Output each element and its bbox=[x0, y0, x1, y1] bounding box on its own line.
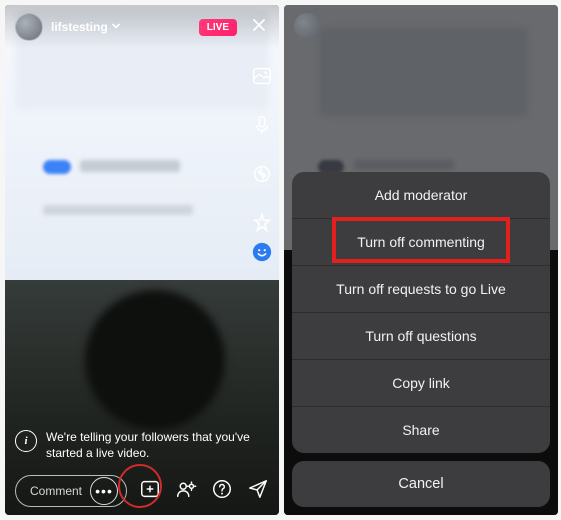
filter-icon[interactable] bbox=[251, 212, 273, 239]
right-phone-action-sheet: Add moderator Turn off commenting Turn o… bbox=[284, 5, 558, 515]
menu-item-add-moderator[interactable]: Add moderator bbox=[292, 172, 550, 218]
action-sheet: Add moderator Turn off commenting Turn o… bbox=[292, 172, 550, 507]
left-phone-live-stream: lifstesting LIVE bbox=[5, 5, 279, 515]
chevron-down-icon bbox=[111, 20, 121, 34]
close-icon[interactable] bbox=[245, 17, 269, 38]
menu-item-turn-off-requests[interactable]: Turn off requests to go Live bbox=[292, 265, 550, 312]
camera-flip-icon[interactable] bbox=[251, 163, 273, 190]
mic-icon[interactable] bbox=[251, 114, 273, 141]
question-icon[interactable] bbox=[211, 478, 233, 505]
image-icon[interactable] bbox=[251, 65, 273, 92]
cancel-button[interactable]: Cancel bbox=[292, 461, 550, 507]
avatar bbox=[294, 13, 320, 39]
more-options-button[interactable]: ••• bbox=[90, 477, 118, 505]
menu-item-turn-off-commenting[interactable]: Turn off commenting bbox=[292, 218, 550, 265]
add-guest-icon[interactable] bbox=[175, 478, 197, 505]
live-header: lifstesting LIVE bbox=[5, 5, 279, 49]
username-label[interactable]: lifstesting bbox=[51, 20, 121, 34]
menu-item-copy-link[interactable]: Copy link bbox=[292, 359, 550, 406]
menu-item-share[interactable]: Share bbox=[292, 406, 550, 453]
live-badge: LIVE bbox=[199, 19, 237, 36]
live-start-notice: i We're telling your followers that you'… bbox=[15, 429, 269, 461]
side-toolbar bbox=[251, 65, 273, 239]
send-icon[interactable] bbox=[247, 478, 269, 505]
username-text: lifstesting bbox=[51, 20, 108, 34]
notice-text: We're telling your followers that you've… bbox=[46, 429, 269, 461]
bottom-toolbar: Comment ••• bbox=[5, 467, 279, 515]
comment-pill[interactable]: Comment ••• bbox=[15, 475, 127, 507]
info-icon: i bbox=[15, 430, 37, 452]
add-media-icon[interactable] bbox=[139, 478, 161, 505]
action-sheet-group: Add moderator Turn off commenting Turn o… bbox=[292, 172, 550, 453]
avatar[interactable] bbox=[15, 13, 43, 41]
menu-item-turn-off-questions[interactable]: Turn off questions bbox=[292, 312, 550, 359]
blue-face-icon[interactable] bbox=[251, 241, 273, 268]
comment-placeholder: Comment bbox=[30, 484, 82, 498]
